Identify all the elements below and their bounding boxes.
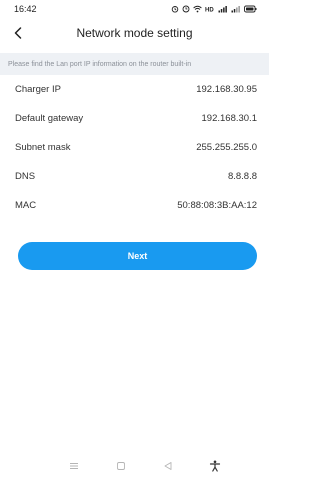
home-square-icon — [116, 462, 125, 470]
header: Network mode setting — [0, 18, 269, 48]
menu-button[interactable] — [62, 454, 86, 478]
info-list: Charger IP 192.168.30.95 Default gateway… — [0, 75, 269, 220]
home-button[interactable] — [109, 454, 133, 478]
info-row-mac: MAC 50:88:08:3B:AA:12 — [15, 191, 257, 220]
next-button[interactable]: Next — [18, 242, 257, 270]
battery-icon — [244, 5, 257, 13]
svg-text:HD: HD — [205, 8, 214, 14]
info-value: 255.255.255.0 — [196, 142, 257, 153]
hd-icon: HD — [205, 8, 214, 14]
info-row-subnet-mask: Subnet mask 255.255.255.0 — [15, 133, 257, 162]
status-bar: 16:42 HD — [0, 0, 269, 18]
back-button[interactable] — [8, 23, 28, 43]
info-value: 8.8.8.8 — [227, 171, 257, 182]
info-label: Charger IP — [15, 84, 61, 95]
info-label: DNS — [15, 171, 36, 182]
status-time: 16:42 — [14, 4, 37, 14]
alarm-icon — [171, 6, 179, 13]
back-nav-button[interactable] — [156, 454, 180, 478]
wifi-icon — [193, 5, 202, 13]
back-arrow-icon — [14, 27, 22, 39]
accessibility-button[interactable] — [203, 454, 227, 478]
info-row-default-gateway: Default gateway 192.168.30.1 — [15, 104, 257, 133]
signal-icon — [231, 6, 240, 13]
info-row-dns: DNS 8.8.8.8 — [15, 162, 257, 191]
info-row-charger-ip: Charger IP 192.168.30.95 — [15, 75, 257, 104]
menu-icon — [69, 463, 78, 469]
info-label: MAC — [15, 200, 37, 211]
status-icons: HD — [171, 5, 257, 13]
info-label: Subnet mask — [15, 142, 71, 153]
signal-icon — [218, 6, 227, 13]
info-value: 192.168.30.1 — [201, 113, 257, 124]
notice-banner: Please find the Lan port IP information … — [0, 53, 269, 75]
accessibility-icon — [210, 460, 221, 472]
page-title: Network mode setting — [76, 26, 193, 40]
info-label: Default gateway — [15, 113, 84, 124]
info-value: 50:88:08:3B:AA:12 — [177, 200, 257, 211]
info-value: 192.168.30.95 — [196, 84, 257, 95]
back-triangle-icon — [164, 462, 172, 470]
clock-icon — [182, 5, 190, 13]
system-nav-bar — [0, 450, 269, 482]
